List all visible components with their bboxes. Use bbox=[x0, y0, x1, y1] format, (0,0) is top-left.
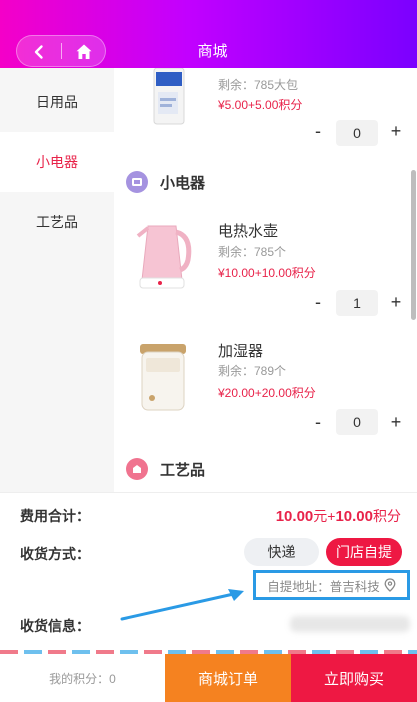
my-points: 我的积分：0 bbox=[49, 671, 116, 686]
back-button[interactable] bbox=[25, 40, 53, 64]
receiver-info-label: 收货信息： bbox=[20, 618, 90, 634]
quantity-decrease-button[interactable]: - bbox=[310, 121, 326, 142]
chevron-left-icon bbox=[34, 45, 43, 59]
buy-now-button[interactable]: 立即购买 bbox=[291, 654, 417, 702]
total-points: 10.00 bbox=[335, 508, 373, 525]
sidebar-item-crafts[interactable]: 工艺品 bbox=[0, 192, 114, 252]
category-icon bbox=[126, 171, 148, 193]
total-amount: 10.00元+10.00积分 bbox=[276, 506, 401, 526]
location-pin-icon bbox=[384, 578, 396, 592]
product-image[interactable] bbox=[150, 68, 192, 126]
quantity-decrease-button[interactable]: - bbox=[310, 292, 326, 313]
total-cash: 10.00 bbox=[275, 508, 314, 525]
nav-divider bbox=[61, 43, 62, 59]
quantity-increase-button[interactable]: + bbox=[388, 292, 404, 313]
product-stock: 剩余：785大包 bbox=[218, 78, 299, 92]
quantity-value[interactable]: 0 bbox=[336, 120, 378, 146]
quantity-value[interactable]: 1 bbox=[336, 290, 378, 316]
product-image[interactable] bbox=[136, 336, 192, 414]
pickup-address-text: 自提地址：普吉科技 bbox=[267, 579, 380, 594]
product-name: 电热水壶 bbox=[218, 223, 279, 240]
category-header: 小电器 bbox=[126, 171, 205, 193]
annotation-arrow bbox=[120, 589, 244, 621]
sidebar-item-label: 日用品 bbox=[36, 94, 78, 110]
quantity-increase-button[interactable]: + bbox=[388, 121, 404, 142]
category-header: 工艺品 bbox=[126, 458, 205, 480]
page-title: 商城 bbox=[197, 43, 228, 60]
quantity-increase-button[interactable]: + bbox=[388, 412, 404, 433]
store-pickup-button[interactable]: 门店自提 bbox=[326, 538, 402, 566]
category-sidebar: 日用品 小电器 工艺品 bbox=[0, 68, 114, 492]
nav-capsule bbox=[16, 35, 106, 67]
currency-unit: 元 bbox=[313, 508, 328, 524]
product-list: 剩余：785大包 ¥5.00+5.00积分 - 0 + 小电器 电热水壶 剩余：… bbox=[114, 68, 417, 492]
product-name: 加湿器 bbox=[218, 343, 264, 360]
quantity-decrease-button[interactable]: - bbox=[310, 412, 326, 433]
kettle-image bbox=[136, 225, 192, 289]
category-title: 工艺品 bbox=[160, 461, 206, 479]
sidebar-item-label: 工艺品 bbox=[36, 214, 78, 230]
points-unit: 积分 bbox=[373, 508, 401, 524]
express-delivery-button[interactable]: 快递 bbox=[244, 538, 319, 566]
category-icon bbox=[126, 458, 148, 480]
quantity-value[interactable]: 0 bbox=[336, 409, 378, 435]
product-image[interactable] bbox=[130, 214, 198, 296]
sidebar-item-small-appliances[interactable]: 小电器 bbox=[0, 132, 114, 192]
home-icon bbox=[76, 44, 92, 59]
product-price: ¥20.00+20.00积分 bbox=[218, 386, 316, 400]
mall-orders-button[interactable]: 商城订单 bbox=[165, 654, 291, 702]
scrollbar[interactable] bbox=[411, 170, 416, 320]
delivery-method-label: 收货方式： bbox=[20, 546, 90, 562]
bottom-bar: 我的积分：0 商城订单 立即购买 bbox=[0, 654, 417, 702]
sidebar-item-label: 小电器 bbox=[36, 154, 78, 170]
product-price: ¥5.00+5.00积分 bbox=[218, 98, 303, 112]
product-stock: 剩余：789个 bbox=[218, 364, 287, 378]
product-price: ¥10.00+10.00积分 bbox=[218, 266, 316, 280]
appliance-icon bbox=[132, 178, 142, 186]
humidifier-image bbox=[140, 344, 186, 411]
receiver-info-redacted bbox=[290, 616, 410, 632]
tissue-pack-image bbox=[153, 68, 185, 125]
product-stock: 剩余：785个 bbox=[218, 245, 287, 259]
total-label: 费用合计： bbox=[20, 508, 90, 524]
pickup-address[interactable]: 自提地址：普吉科技 bbox=[253, 570, 410, 600]
craft-icon bbox=[133, 465, 141, 473]
home-button[interactable] bbox=[70, 40, 98, 64]
app-header: 商城 bbox=[0, 0, 417, 68]
sidebar-item-daily-goods[interactable]: 日用品 bbox=[0, 72, 114, 132]
category-title: 小电器 bbox=[160, 174, 206, 192]
